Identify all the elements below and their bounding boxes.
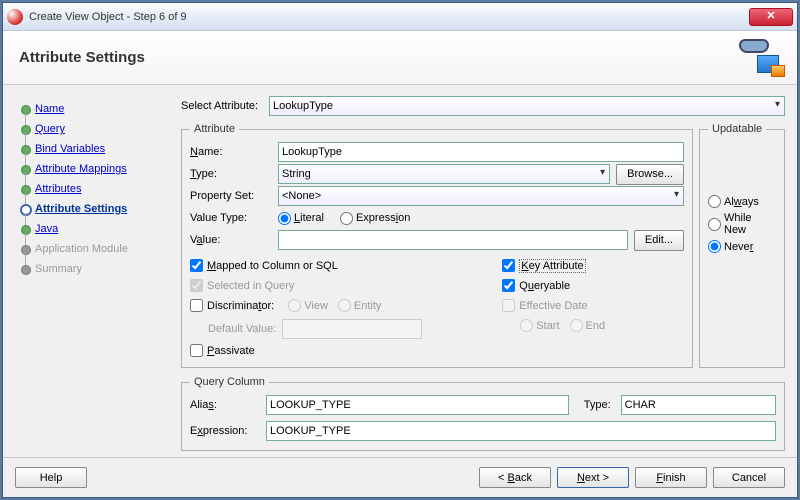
wizard-nav: Name Query Bind Variables Attribute Mapp… — [15, 95, 169, 451]
next-button[interactable]: Next > — [557, 467, 629, 488]
key-attribute-checkbox[interactable]: Key Attribute — [502, 257, 605, 274]
discriminator-checkbox[interactable]: Discriminator: View Entity — [190, 297, 422, 314]
browse-button[interactable]: Browse... — [616, 164, 684, 185]
select-attribute-dropdown[interactable]: LookupType — [269, 96, 785, 116]
property-set-label: Property Set: — [190, 190, 272, 202]
edit-button[interactable]: Edit... — [634, 230, 684, 251]
mapped-checkbox[interactable]: Mapped to Column or SQL — [190, 257, 422, 274]
select-attribute-label: Select Attribute: — [181, 100, 263, 112]
query-column-legend: Query Column — [190, 376, 269, 388]
nav-attribute-settings[interactable]: Attribute Settings — [15, 199, 169, 219]
alias-label: Alias: — [190, 399, 260, 411]
type-dropdown[interactable]: String — [278, 164, 610, 184]
selected-in-query-checkbox: Selected in Query — [190, 277, 422, 294]
nav-attribute-mappings[interactable]: Attribute Mappings — [15, 159, 169, 179]
alias-input[interactable] — [266, 395, 569, 415]
query-column-fieldset: Query Column Alias: Type: Expression: — [181, 376, 785, 451]
passivate-checkbox[interactable]: Passivate — [190, 342, 422, 359]
footer: Help < Back Next > Finish Cancel — [3, 457, 797, 497]
literal-radio[interactable]: Literal — [278, 212, 324, 225]
back-button[interactable]: < Back — [479, 467, 551, 488]
property-set-dropdown[interactable]: <None> — [278, 186, 684, 206]
wizard-window: Create View Object - Step 6 of 9 ✕ Attri… — [2, 2, 798, 498]
default-value-input — [282, 319, 422, 339]
qc-type-input[interactable] — [621, 395, 776, 415]
nav-bind-variables[interactable]: Bind Variables — [15, 139, 169, 159]
nav-query[interactable]: Query — [15, 119, 169, 139]
titlebar: Create View Object - Step 6 of 9 ✕ — [3, 3, 797, 31]
header: Attribute Settings — [3, 31, 797, 85]
value-type-label: Value Type: — [190, 212, 272, 224]
while-new-radio[interactable]: While New — [708, 212, 776, 236]
attribute-fieldset: Attribute Name: Type: String Browse... P… — [181, 123, 693, 368]
always-radio[interactable]: Always — [708, 195, 776, 208]
expression-label: Expression: — [190, 425, 260, 437]
page-title: Attribute Settings — [19, 49, 145, 66]
close-icon[interactable]: ✕ — [749, 8, 793, 26]
updatable-legend: Updatable — [708, 123, 766, 135]
expression-input[interactable] — [266, 421, 776, 441]
attribute-legend: Attribute — [190, 123, 239, 135]
effective-date-checkbox: Effective Date — [502, 297, 605, 314]
updatable-fieldset: Updatable Always While New Never — [699, 123, 785, 368]
nav-summary: Summary — [15, 259, 169, 279]
nav-name[interactable]: Name — [15, 99, 169, 119]
finish-button[interactable]: Finish — [635, 467, 707, 488]
never-radio[interactable]: Never — [708, 240, 776, 253]
nav-java[interactable]: Java — [15, 219, 169, 239]
nav-attributes[interactable]: Attributes — [15, 179, 169, 199]
help-button[interactable]: Help — [15, 467, 87, 488]
value-input[interactable] — [278, 230, 628, 250]
queryable-checkbox[interactable]: Queryable — [502, 277, 605, 294]
expression-radio[interactable]: Expression — [340, 212, 410, 225]
name-input[interactable] — [278, 142, 684, 162]
window-title: Create View Object - Step 6 of 9 — [29, 11, 749, 23]
value-label: Value: — [190, 234, 272, 246]
app-icon — [7, 9, 23, 25]
effective-date-options: Start End — [502, 317, 605, 334]
name-label: Name: — [190, 146, 272, 158]
nav-application-module: Application Module — [15, 239, 169, 259]
header-graphic — [735, 37, 785, 77]
default-value-row: Default Value: — [190, 319, 422, 339]
type-label: Type: — [190, 168, 272, 180]
qc-type-label: Type: — [575, 399, 615, 411]
main-panel: Select Attribute: LookupType Attribute N… — [181, 95, 785, 451]
cancel-button[interactable]: Cancel — [713, 467, 785, 488]
